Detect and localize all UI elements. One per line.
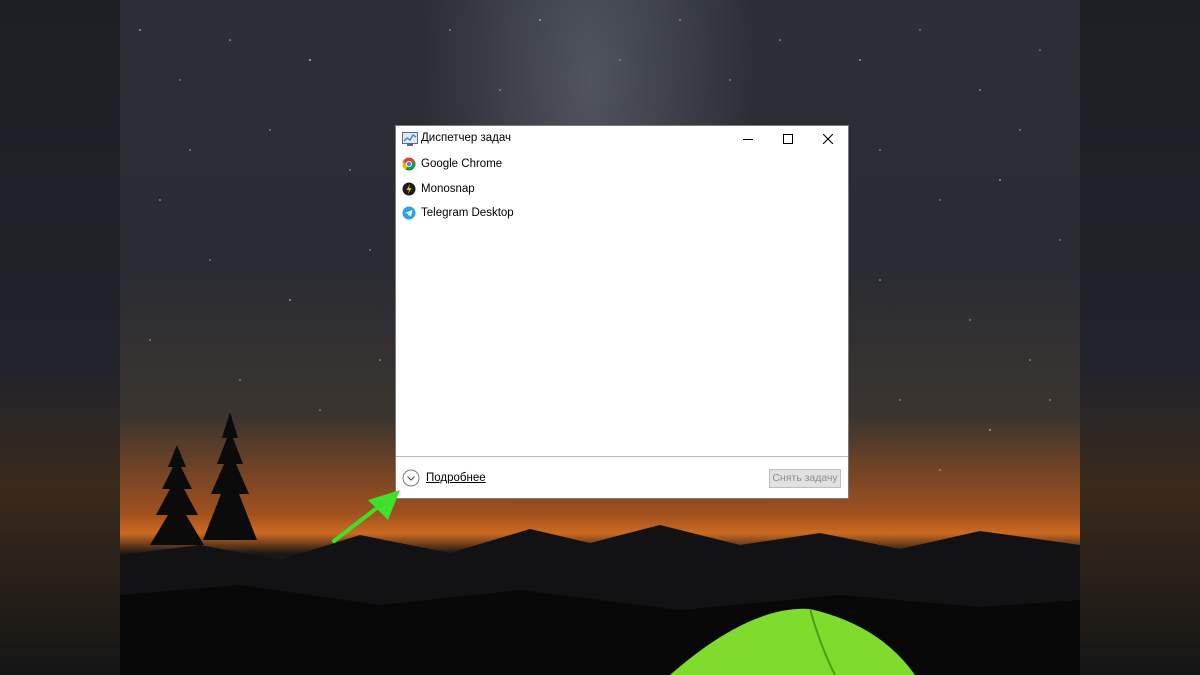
blurred-wallpaper-right <box>1080 0 1200 675</box>
blurred-wallpaper-left <box>0 0 120 675</box>
more-details-link[interactable]: Подробнее <box>426 472 486 484</box>
chrome-icon <box>402 157 416 171</box>
task-manager-icon <box>402 132 418 146</box>
chevron-down-circle-icon[interactable] <box>402 469 420 487</box>
task-label: Monosnap <box>421 182 475 195</box>
close-button[interactable] <box>808 126 848 152</box>
task-manager-window[interactable]: Диспетчер задач Google Chrome Monosnap T… <box>395 125 849 499</box>
close-icon <box>823 134 833 144</box>
monosnap-icon <box>402 182 416 195</box>
footer: Подробнее Снять задачу <box>396 456 848 499</box>
task-list: Google Chrome Monosnap Telegram Desktop <box>396 152 848 226</box>
maximize-button[interactable] <box>768 126 808 152</box>
telegram-icon <box>402 206 416 220</box>
annotation-arrow-icon <box>332 490 400 543</box>
minimize-icon <box>743 139 753 140</box>
window-title: Диспетчер задач <box>421 132 511 144</box>
green-tent <box>670 608 915 675</box>
end-task-button[interactable]: Снять задачу <box>769 469 841 488</box>
task-label: Google Chrome <box>421 158 503 170</box>
task-label: Telegram Desktop <box>421 207 514 219</box>
task-item-google-chrome[interactable]: Google Chrome <box>396 152 848 177</box>
title-bar[interactable]: Диспетчер задач <box>396 126 848 152</box>
minimize-button[interactable] <box>728 126 768 152</box>
mountain-silhouette <box>120 525 1080 675</box>
task-item-monosnap[interactable]: Monosnap <box>396 177 848 202</box>
maximize-icon <box>783 134 793 144</box>
task-item-telegram-desktop[interactable]: Telegram Desktop <box>396 201 848 226</box>
